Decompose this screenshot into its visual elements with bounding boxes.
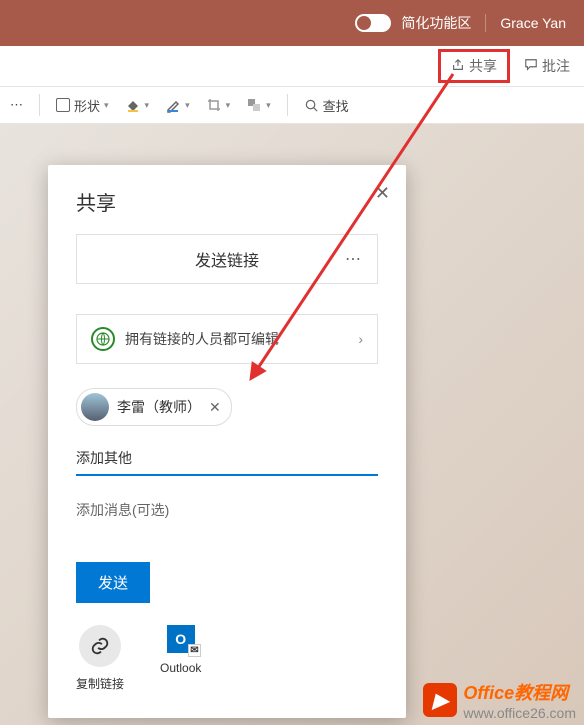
- share-methods: 复制链接 O Outlook: [76, 625, 378, 692]
- find-button[interactable]: 查找: [300, 94, 353, 117]
- title-bar: 简化功能区 Grace Yan: [0, 0, 584, 46]
- copy-link-button[interactable]: 复制链接: [76, 625, 124, 692]
- shapes-dropdown[interactable]: 形状 ▾: [52, 94, 113, 117]
- search-icon: [304, 98, 319, 113]
- arrange-dropdown[interactable]: ▾: [242, 95, 275, 115]
- globe-icon: [91, 327, 115, 351]
- recipient-chip[interactable]: 李雷（教师） ✕: [76, 388, 232, 426]
- recipient-name: 李雷（教师）: [117, 397, 201, 417]
- simplified-ribbon-label: 简化功能区: [401, 13, 471, 33]
- arrange-icon: [246, 97, 262, 113]
- pen-icon: [165, 97, 181, 113]
- find-label: 查找: [323, 96, 349, 115]
- overflow-menu[interactable]: ⋯: [6, 95, 27, 115]
- crop-dropdown[interactable]: ▾: [202, 95, 235, 115]
- comments-button[interactable]: 批注: [524, 56, 570, 76]
- share-dialog-title: 共享: [76, 187, 378, 216]
- send-link-header: 发送链接 ⋯: [76, 234, 378, 284]
- send-button[interactable]: 发送: [76, 562, 150, 603]
- avatar: [81, 393, 109, 421]
- fill-dropdown[interactable]: ▾: [121, 95, 154, 115]
- simplified-ribbon-toggle[interactable]: [355, 14, 391, 32]
- comment-icon: [524, 58, 538, 75]
- chevron-down-icon: ▾: [185, 100, 190, 111]
- command-row: 共享 批注: [0, 46, 584, 86]
- share-dialog: ✕ 共享 发送链接 ⋯ 拥有链接的人员都可编辑 › 李雷（教师） ✕ 添加其他 …: [48, 165, 406, 718]
- watermark-brand: Office教程网: [463, 683, 568, 703]
- chevron-down-icon: ▾: [226, 100, 231, 111]
- chevron-down-icon: ▾: [266, 100, 271, 111]
- outlook-icon: O: [167, 625, 195, 653]
- crop-icon: [206, 97, 222, 113]
- ribbon-toolbar: ⋯ 形状 ▾ ▾ ▾ ▾ ▾ 查找: [0, 86, 584, 124]
- more-options-button[interactable]: ⋯: [345, 249, 363, 269]
- add-message-input[interactable]: 添加消息(可选): [76, 500, 378, 520]
- send-link-label: 发送链接: [195, 247, 259, 271]
- chevron-down-icon: ▾: [145, 100, 150, 111]
- watermark: ▶ Office教程网 www.office26.com: [423, 679, 576, 721]
- chevron-down-icon: ▾: [104, 100, 109, 111]
- share-label: 共享: [469, 56, 497, 76]
- close-button[interactable]: ✕: [375, 183, 390, 204]
- shapes-label: 形状: [74, 96, 100, 115]
- outlook-button[interactable]: O Outlook: [160, 625, 201, 692]
- outline-dropdown[interactable]: ▾: [161, 95, 194, 115]
- comments-label: 批注: [542, 56, 570, 76]
- chevron-right-icon: ›: [358, 331, 363, 347]
- watermark-icon: ▶: [423, 683, 457, 717]
- link-icon: [79, 625, 121, 667]
- share-icon: [451, 58, 465, 75]
- add-people-input[interactable]: 添加其他: [76, 448, 378, 476]
- permission-label: 拥有链接的人员都可编辑: [125, 329, 279, 349]
- share-button[interactable]: 共享: [438, 49, 510, 83]
- copy-link-label: 复制链接: [76, 675, 124, 692]
- remove-recipient-button[interactable]: ✕: [209, 399, 221, 416]
- shape-icon: [56, 98, 70, 112]
- bucket-icon: [125, 97, 141, 113]
- outlook-label: Outlook: [160, 661, 201, 675]
- link-permission-selector[interactable]: 拥有链接的人员都可编辑 ›: [76, 314, 378, 364]
- user-name[interactable]: Grace Yan: [500, 15, 566, 31]
- divider: [485, 14, 486, 32]
- watermark-url: www.office26.com: [463, 705, 576, 721]
